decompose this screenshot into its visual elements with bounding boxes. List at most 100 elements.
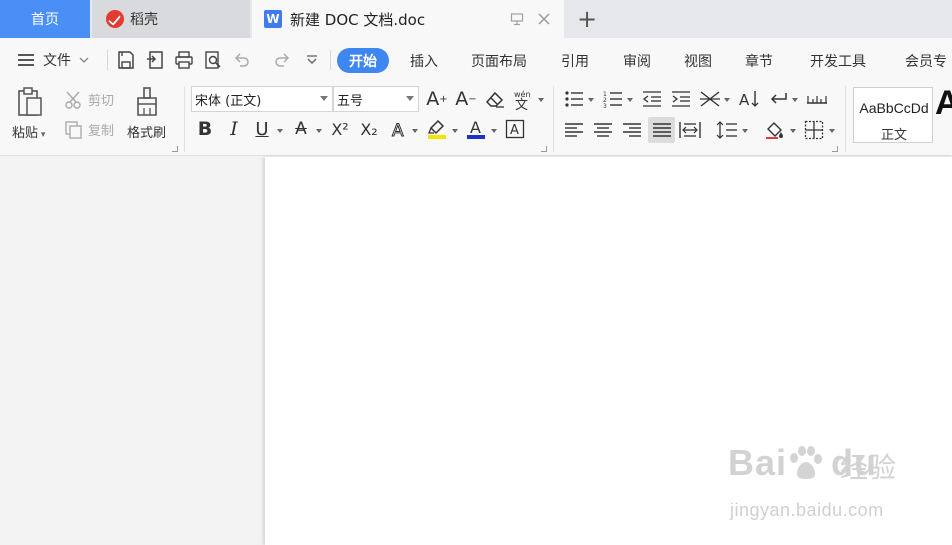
tab-view[interactable]: 视图: [684, 48, 712, 73]
underline-dropdown-icon[interactable]: [277, 129, 283, 133]
subscript-button[interactable]: X₂: [358, 118, 380, 140]
text-effect-button[interactable]: A: [388, 118, 410, 140]
clear-formatting-icon[interactable]: [484, 89, 506, 111]
tab-references[interactable]: 引用: [561, 48, 589, 73]
new-tab-button[interactable]: +: [574, 5, 600, 33]
character-border-button[interactable]: A: [504, 118, 526, 140]
font-color-button[interactable]: A: [465, 118, 487, 140]
redo-icon[interactable]: [271, 49, 293, 71]
tab-membership[interactable]: 会员专: [905, 48, 947, 73]
numbering-icon[interactable]: 123: [602, 88, 624, 110]
bullets-dropdown-icon[interactable]: [588, 98, 594, 102]
chinese-layout-dropdown-icon[interactable]: [724, 98, 730, 102]
font-size-select[interactable]: 五号: [333, 86, 419, 112]
copy-label: 复制: [88, 124, 115, 139]
align-left-icon[interactable]: [563, 119, 585, 141]
customize-toolbar-icon[interactable]: [301, 49, 323, 71]
chinese-layout-icon[interactable]: [699, 88, 721, 110]
dropdown-arrow-icon: [406, 96, 414, 101]
pinyin-dropdown-icon[interactable]: [538, 98, 544, 102]
superscript-button[interactable]: X²: [329, 118, 351, 140]
show-hide-dropdown-icon[interactable]: [792, 98, 798, 102]
highlighter-icon: [428, 119, 446, 139]
tab-label: 开发工具: [810, 53, 866, 70]
pin-window-icon[interactable]: [508, 10, 526, 28]
bullets-icon[interactable]: [563, 88, 585, 110]
tab-developer[interactable]: 开发工具: [810, 48, 866, 73]
decrease-font-size-icon[interactable]: A −: [455, 88, 477, 110]
tab-home-label: 首页: [31, 12, 59, 28]
export-pdf-icon[interactable]: [144, 49, 166, 71]
daoke-logo-icon: [106, 10, 124, 28]
tab-home-ribbon[interactable]: 开始: [337, 48, 389, 73]
tab-label: 引用: [561, 53, 589, 70]
cut-label: 剪切: [88, 94, 115, 109]
justify-icon[interactable]: [648, 117, 675, 143]
tab-page-layout[interactable]: 页面布局: [471, 48, 527, 73]
style-heading-preview[interactable]: A: [935, 84, 952, 123]
strikethrough-dropdown-icon[interactable]: [316, 129, 322, 133]
clipboard-dialog-launcher[interactable]: [172, 146, 178, 152]
paste-icon: [17, 87, 42, 116]
align-center-icon[interactable]: [592, 119, 614, 141]
baidu-jingyan-watermark: Bai du 经验 jingyan.baidu.com: [728, 442, 928, 526]
line-spacing-icon[interactable]: [716, 119, 738, 141]
style-name-label: 正文: [880, 128, 907, 143]
divider: [553, 86, 554, 152]
sort-icon[interactable]: A: [738, 88, 760, 110]
align-right-icon[interactable]: [621, 119, 643, 141]
undo-icon[interactable]: [231, 49, 253, 71]
increase-font-size-icon[interactable]: A +: [426, 88, 448, 110]
font-dialog-launcher[interactable]: [541, 146, 547, 152]
tab-document[interactable]: W 新建 DOC 文档.doc: [252, 0, 564, 38]
watermark-product: 经验: [840, 451, 897, 484]
bold-button[interactable]: B: [194, 118, 216, 140]
ruler-icon[interactable]: [806, 88, 828, 110]
print-preview-icon[interactable]: [202, 49, 224, 71]
highlight-button[interactable]: [426, 118, 448, 140]
font-family-select[interactable]: 宋体 (正文): [191, 86, 333, 112]
paste-button[interactable]: 粘贴 ▾: [12, 86, 45, 141]
paragraph-dialog-launcher[interactable]: [832, 146, 838, 152]
increase-indent-icon[interactable]: [670, 88, 692, 110]
tab-section[interactable]: 章节: [745, 48, 773, 73]
strikethrough-button[interactable]: A: [290, 118, 312, 140]
shading-icon[interactable]: [764, 119, 786, 141]
copy-icon: [65, 120, 82, 139]
italic-button[interactable]: I: [223, 118, 245, 140]
file-menu-label: 文件: [43, 53, 71, 69]
line-spacing-dropdown-icon[interactable]: [742, 129, 748, 133]
tab-daoke-label: 稻壳: [130, 12, 158, 28]
borders-icon[interactable]: [803, 119, 825, 141]
underline-button[interactable]: U: [251, 118, 273, 140]
watermark-brand-prefix: Bai: [728, 442, 788, 483]
font-color-dropdown-icon[interactable]: [491, 129, 497, 133]
cut-button[interactable]: 剪切: [64, 90, 114, 109]
highlight-dropdown-icon[interactable]: [452, 129, 458, 133]
show-hide-marks-icon[interactable]: [767, 88, 789, 110]
shading-dropdown-icon[interactable]: [790, 129, 796, 133]
writer-doc-icon: W: [264, 10, 282, 28]
ribbon: 粘贴 ▾ 剪切 复制 格式刷 宋体 (正文) 五号 A + A − wén 文 B I…: [0, 82, 952, 156]
close-tab-icon[interactable]: [535, 10, 553, 28]
print-icon[interactable]: [173, 49, 195, 71]
svg-text:A: A: [392, 121, 404, 139]
copy-button[interactable]: 复制: [64, 120, 114, 139]
decrease-indent-icon[interactable]: [641, 88, 663, 110]
format-painter-button[interactable]: 格式刷: [127, 86, 166, 141]
save-icon[interactable]: [115, 49, 137, 71]
distributed-align-icon[interactable]: [679, 119, 701, 141]
tab-home[interactable]: 首页: [0, 0, 90, 38]
numbering-dropdown-icon[interactable]: [627, 98, 633, 102]
style-normal[interactable]: AaBbCcDd 正文: [853, 87, 933, 143]
format-painter-icon: [136, 87, 157, 116]
tab-bar: 首页 稻壳 W 新建 DOC 文档.doc +: [0, 0, 952, 38]
borders-dropdown-icon[interactable]: [829, 129, 835, 133]
tab-daoke[interactable]: 稻壳: [92, 0, 250, 38]
tab-insert[interactable]: 插入: [410, 48, 438, 73]
text-effect-dropdown-icon[interactable]: [412, 129, 418, 133]
file-menu-button[interactable]: 文件: [18, 50, 89, 70]
pinyin-guide-icon[interactable]: wén 文: [512, 88, 534, 110]
tab-document-title: 新建 DOC 文档.doc: [290, 10, 426, 29]
tab-review[interactable]: 审阅: [623, 48, 651, 73]
